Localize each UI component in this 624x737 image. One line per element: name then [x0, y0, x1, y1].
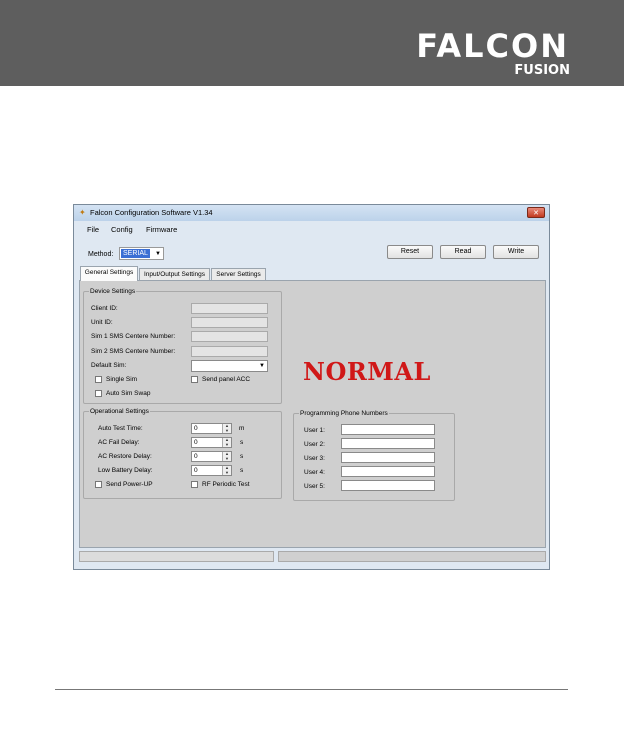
brand-subtitle: FUSION — [514, 63, 570, 78]
low-battery-stepper[interactable]: 0 ▲ ▼ — [191, 465, 232, 476]
user-3-field[interactable] — [341, 452, 435, 463]
app-icon: ✦ — [79, 208, 86, 217]
spin-arrows-icon[interactable]: ▲ ▼ — [222, 423, 231, 433]
spin-arrows-icon[interactable]: ▲ ▼ — [222, 465, 231, 475]
menu-firmware[interactable]: Firmware — [146, 225, 177, 235]
config-window: ✦ Falcon Configuration Software V1.34 ✕ … — [73, 204, 550, 570]
ac-fail-unit: s — [240, 439, 244, 446]
ac-fail-label: AC Fail Delay: — [98, 439, 140, 446]
user-5-label: User 5: — [304, 483, 325, 490]
device-settings-title: Device Settings — [89, 287, 137, 296]
method-label: Method: — [88, 251, 114, 258]
spin-arrows-icon[interactable]: ▲ ▼ — [222, 451, 231, 461]
ac-fail-stepper[interactable]: 0 ▲ ▼ — [191, 437, 232, 448]
sim2-field[interactable] — [191, 346, 268, 357]
rf-periodic-checkbox[interactable] — [191, 481, 198, 488]
status-bar-left — [79, 551, 274, 562]
user-1-field[interactable] — [341, 424, 435, 435]
user-1-label: User 1: — [304, 427, 325, 434]
auto-test-value: 0 — [194, 425, 198, 432]
spin-arrows-icon[interactable]: ▲ ▼ — [222, 437, 231, 447]
auto-test-stepper[interactable]: 0 ▲ ▼ — [191, 423, 232, 434]
window-title: Falcon Configuration Software V1.34 — [90, 208, 213, 217]
client-id-field[interactable] — [191, 303, 268, 314]
reset-button[interactable]: Reset — [387, 245, 433, 259]
low-battery-label: Low Battery Delay: — [98, 467, 153, 474]
auto-sim-swap-label: Auto Sim Swap — [106, 390, 151, 397]
low-battery-unit: s — [240, 467, 244, 474]
user-4-label: User 4: — [304, 469, 325, 476]
ac-restore-value: 0 — [194, 453, 198, 460]
client-id-label: Client ID: — [91, 305, 118, 312]
tab-input-output-settings[interactable]: Input/Output Settings — [139, 268, 210, 280]
single-sim-label: Single Sim — [106, 376, 138, 383]
phone-numbers-title: Programming Phone Numbers — [299, 409, 389, 418]
auto-test-label: Auto Test Time: — [98, 425, 143, 432]
status-text: NORMAL — [303, 357, 431, 386]
sim1-field[interactable] — [191, 331, 268, 342]
low-battery-value: 0 — [194, 467, 198, 474]
tab-general-settings[interactable]: General Settings — [80, 266, 138, 281]
menu-file[interactable]: File — [87, 225, 99, 235]
phone-numbers-group: Programming Phone Numbers User 1: User 2… — [293, 409, 455, 501]
unit-id-field[interactable] — [191, 317, 268, 328]
send-panel-acc-checkbox[interactable] — [191, 376, 198, 383]
user-3-label: User 3: — [304, 455, 325, 462]
menu-bar: File Config Firmware — [74, 223, 549, 237]
sim1-label: Sim 1 SMS Centere Number: — [91, 333, 176, 340]
ac-fail-value: 0 — [194, 439, 198, 446]
operational-settings-group: Operational Settings Auto Test Time: 0 ▲… — [83, 407, 282, 499]
tab-server-settings[interactable]: Server Settings — [211, 268, 266, 280]
method-value: SERIAL — [121, 249, 150, 258]
page-header: FALCON FUSION — [0, 0, 624, 86]
single-sim-checkbox[interactable] — [95, 376, 102, 383]
auto-sim-swap-checkbox[interactable] — [95, 390, 102, 397]
default-sim-label: Default Sim: — [91, 362, 127, 369]
read-button[interactable]: Read — [440, 245, 486, 259]
ac-restore-stepper[interactable]: 0 ▲ ▼ — [191, 451, 232, 462]
menu-config[interactable]: Config — [111, 225, 133, 235]
device-settings-group: Device Settings Client ID: Unit ID: Sim … — [83, 287, 282, 404]
user-5-field[interactable] — [341, 480, 435, 491]
close-button[interactable]: ✕ — [527, 207, 545, 218]
method-select[interactable]: SERIAL ▼ — [119, 247, 164, 260]
brand-logo: FALCON — [416, 27, 569, 65]
default-sim-select[interactable]: ▼ — [191, 360, 268, 372]
ac-restore-unit: s — [240, 453, 244, 460]
auto-test-unit: m — [239, 425, 245, 432]
write-button[interactable]: Write — [493, 245, 539, 259]
sim2-label: Sim 2 SMS Centere Number: — [91, 348, 176, 355]
user-2-label: User 2: — [304, 441, 325, 448]
footer-divider — [55, 689, 568, 690]
rf-periodic-label: RF Periodic Test — [202, 481, 250, 488]
ac-restore-label: AC Restore Delay: — [98, 453, 152, 460]
user-4-field[interactable] — [341, 466, 435, 477]
general-settings-panel: Device Settings Client ID: Unit ID: Sim … — [79, 280, 546, 548]
user-2-field[interactable] — [341, 438, 435, 449]
send-power-up-label: Send Power-UP — [106, 481, 153, 488]
progress-bar — [278, 551, 546, 562]
send-power-up-checkbox[interactable] — [95, 481, 102, 488]
unit-id-label: Unit ID: — [91, 319, 113, 326]
send-panel-acc-label: Send panel ACC — [202, 376, 251, 383]
operational-settings-title: Operational Settings — [89, 407, 150, 416]
chevron-down-icon: ▼ — [155, 251, 161, 257]
title-bar: ✦ Falcon Configuration Software V1.34 ✕ — [74, 205, 549, 221]
chevron-down-icon: ▼ — [259, 363, 265, 369]
